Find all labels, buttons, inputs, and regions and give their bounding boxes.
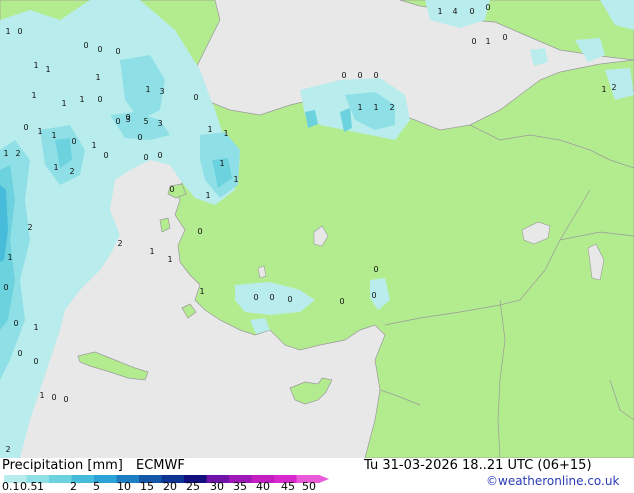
precip-value-label: 1 (207, 125, 212, 134)
precip-value-label: 0 (125, 113, 130, 122)
precip-value-label: 0 (71, 137, 76, 146)
precip-value-label: 0 (341, 71, 346, 80)
precip-value-label: 0 (197, 227, 202, 236)
precip-value-label: 1 (219, 159, 224, 168)
precip-value-label: 0 (371, 291, 376, 300)
legend-tick-label: 20 (163, 480, 177, 493)
precip-value-label: 0 (115, 47, 120, 56)
precip-value-label: 1 (437, 7, 442, 16)
credit-link[interactable]: ©weatheronline.co.uk (486, 474, 619, 488)
legend-color-swatch (49, 475, 72, 483)
precip-value-label: 1 (149, 247, 154, 256)
legend-tick-label: 40 (256, 480, 270, 493)
precip-value-label: 2 (389, 103, 394, 112)
map-footer: Precipitation [mm] ECMWF Tu 31-03-2026 1… (0, 458, 634, 493)
precip-value-label: 1 (51, 131, 56, 140)
precip-value-label: 0 (3, 283, 8, 292)
precip-value-label: 1 (45, 65, 50, 74)
precip-value-label: 1 (31, 91, 36, 100)
precip-value-label: 0 (469, 7, 474, 16)
precip-value-label: 0 (63, 395, 68, 404)
precip-value-label: 2 (15, 149, 20, 158)
precip-value-label: 1 (199, 287, 204, 296)
precip-value-label: 1 (61, 99, 66, 108)
legend-tick-label: 50 (302, 480, 316, 493)
legend-tick-label: 2 (70, 480, 77, 493)
precip-value-label: 1 (91, 141, 96, 150)
precip-value-label: 0 (287, 295, 292, 304)
precip-value-label: 0 (502, 33, 507, 42)
precip-value-label: 0 (51, 393, 56, 402)
precip-value-label: 0 (193, 93, 198, 102)
precip-value-label: 1 (223, 129, 228, 138)
precip-value-label: 0 (253, 293, 258, 302)
legend-tick-label: 25 (186, 480, 200, 493)
precip-value-label: 1 (485, 37, 490, 46)
precip-value-label: 2 (69, 167, 74, 176)
precip-value-label: 0 (13, 319, 18, 328)
model-name: ECMWF (136, 458, 185, 473)
legend-tick-label: 0.5 (20, 480, 38, 493)
precip-value-label: 1 (95, 73, 100, 82)
legend-tick-label: 30 (210, 480, 224, 493)
precip-value-label: 1 (37, 127, 42, 136)
precip-value-label: 1 (167, 255, 172, 264)
precip-value-label: 1 (145, 85, 150, 94)
precip-value-label: 0 (103, 151, 108, 160)
precip-value-label: 0 (339, 297, 344, 306)
precip-value-label: 1 (33, 323, 38, 332)
precip-value-label: 1 (357, 103, 362, 112)
precip-value-label: 0 (97, 95, 102, 104)
legend-tick-label: 35 (233, 480, 247, 493)
valid-time: Tu 31-03-2026 18..21 UTC (06+15) (364, 458, 592, 473)
precip-value-label: 1 (33, 61, 38, 70)
precip-value-label: 1 (39, 391, 44, 400)
precip-value-label: 0 (115, 117, 120, 126)
precip-value-label: 3 (157, 119, 162, 128)
precip-value-label: 0 (97, 45, 102, 54)
precip-value-label: 2 (5, 445, 10, 454)
map-canvas: 1 4 0 00 1 01 01 11000101 30110 1 10 100 3 5 31 200 01 11… (0, 0, 634, 458)
precip-value-label: 1 (53, 163, 58, 172)
precip-value-label: 0 (157, 151, 162, 160)
precip-value-label: 0 (357, 71, 362, 80)
precip-value-label: 0 (17, 349, 22, 358)
precip-value-label: 1 (601, 85, 606, 94)
precip-value-label: 0 (137, 133, 142, 142)
precip-value-label: 0 (485, 3, 490, 12)
precip-value-label: 0 (269, 293, 274, 302)
map-title: Precipitation [mm] (2, 458, 123, 473)
precip-value-label: 0 (33, 357, 38, 366)
precip-value-label: 0 (143, 153, 148, 162)
precip-value-label: 1 (5, 27, 10, 36)
precip-value-label: 0 (373, 265, 378, 274)
precip-value-label: 1 (7, 253, 12, 262)
precipitation-map: 1400010101110001013011011010035312000111… (0, 0, 634, 458)
legend-tick-label: 45 (281, 480, 295, 493)
precip-value-label: 2 (117, 239, 122, 248)
legend-overflow-arrow (319, 475, 329, 483)
precip-value-label: 1 (233, 175, 238, 184)
precip-value-label: 1 (79, 95, 84, 104)
precip-value-label: 0 (83, 41, 88, 50)
legend-tick-label: 15 (140, 480, 154, 493)
precip-value-label: 2 (611, 83, 616, 92)
legend-tick-label: 5 (93, 480, 100, 493)
precip-value-label: 0 (17, 27, 22, 36)
precip-value-label: 1 (205, 191, 210, 200)
precip-value-label: 0 (169, 185, 174, 194)
legend-tick-label: 1 (37, 480, 44, 493)
precip-value-label: 0 (23, 123, 28, 132)
precip-value-label: 0 (471, 37, 476, 46)
legend-tick-label: 10 (117, 480, 131, 493)
precip-value-label: 3 (159, 87, 164, 96)
legend-tick-label: 0.1 (2, 480, 20, 493)
precip-value-label: 1 (3, 149, 8, 158)
precip-value-label: 2 (27, 223, 32, 232)
precip-value-label: 1 (373, 103, 378, 112)
precip-value-label: 4 (452, 7, 457, 16)
precip-value-label: 0 (373, 71, 378, 80)
precip-value-label: 5 (143, 117, 148, 126)
